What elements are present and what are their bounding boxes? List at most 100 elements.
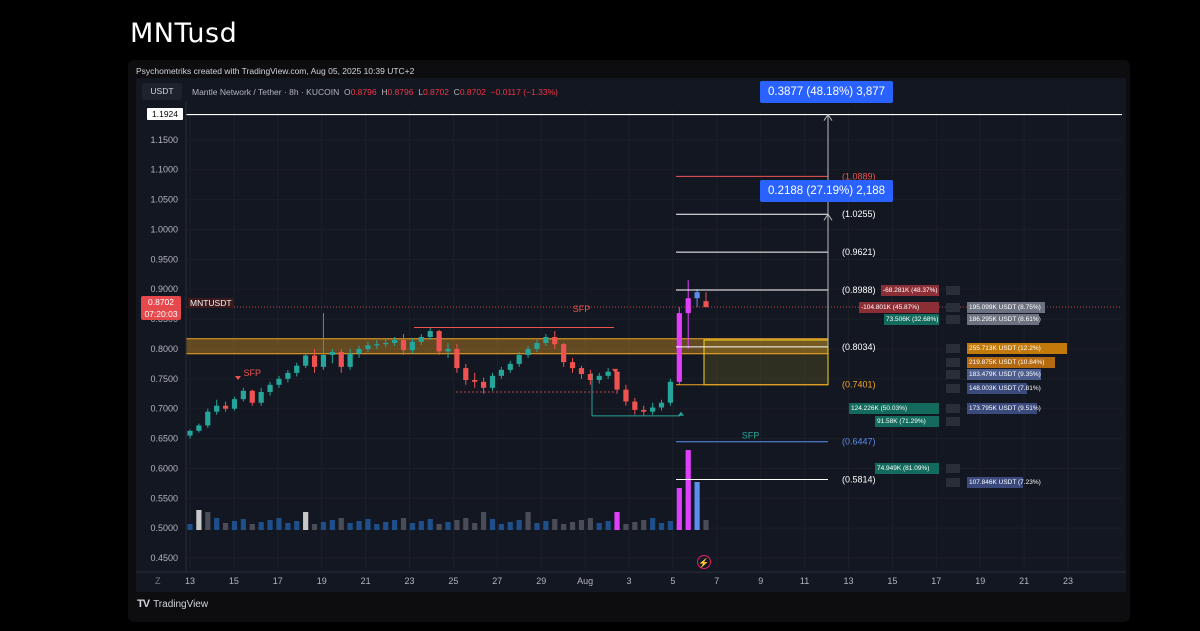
x-tick-label: 9 xyxy=(758,576,763,586)
volume-bar xyxy=(409,523,416,530)
volume-profile-price-cell xyxy=(946,302,960,312)
x-tick-label: 3 xyxy=(626,576,631,586)
candle-body xyxy=(258,391,264,403)
target-level-label: (1.0255) xyxy=(842,209,876,219)
low-value: 0.8702 xyxy=(422,87,449,97)
volume-bar xyxy=(338,518,344,530)
volume-profile-price-cell xyxy=(946,370,960,380)
target-level-label: (0.8034) xyxy=(842,342,876,352)
volume-bar xyxy=(196,510,202,530)
volume-profile-row: 148.003K USDT (7.81%) xyxy=(967,382,1041,394)
volume-bar xyxy=(658,523,665,530)
candle-body xyxy=(338,351,344,367)
volume-profile-row: 73.506K (32.68%) xyxy=(884,314,939,326)
candle-body xyxy=(561,344,567,363)
x-tick-label: 25 xyxy=(448,576,458,586)
candle-body xyxy=(454,348,460,369)
volume-bar xyxy=(667,521,674,530)
candle-body xyxy=(311,355,318,367)
candle-body xyxy=(249,390,255,403)
volume-bar xyxy=(214,518,220,530)
x-tick-label: 23 xyxy=(1063,576,1073,586)
volume-profile-price-cell xyxy=(946,383,960,393)
y-tick-label: 1.0500 xyxy=(150,195,178,205)
target-level-label: (0.9621) xyxy=(842,247,876,257)
volume-bar xyxy=(240,519,246,530)
volume-bar xyxy=(534,523,540,530)
high-value: 0.8796 xyxy=(387,87,414,97)
volume-profile-row: 255.713K USDT (12.2%) xyxy=(967,343,1067,355)
target-level-label: (0.7401) xyxy=(842,380,876,390)
currency-button[interactable]: USDT xyxy=(142,83,182,100)
y-tick-label: 0.7500 xyxy=(150,374,178,384)
x-tick-label: 11 xyxy=(800,576,809,586)
candle-body xyxy=(240,390,246,400)
y-tick-label: 0.4500 xyxy=(150,553,178,563)
candle-body xyxy=(650,407,656,412)
candle-body xyxy=(507,363,513,370)
volume-bar xyxy=(578,520,585,530)
candle-body xyxy=(222,405,229,409)
y-tick-label: 0.5000 xyxy=(150,523,178,533)
volume-bar xyxy=(561,524,567,530)
x-tick-label: 21 xyxy=(1019,576,1029,586)
y-tick-label: 1.1500 xyxy=(150,135,178,145)
volume-bar xyxy=(507,522,513,530)
candle-body xyxy=(196,425,202,431)
candle-body xyxy=(489,375,496,388)
candle-body xyxy=(605,371,611,376)
candle-body xyxy=(543,337,549,343)
target-level-label: (0.5814) xyxy=(842,475,876,485)
volume-bar xyxy=(596,523,602,530)
volume-bar xyxy=(231,521,238,530)
candle-body xyxy=(400,340,407,351)
tv-mark-icon: TV xyxy=(137,598,150,610)
volume-profile-price-cell xyxy=(946,417,960,427)
volume-bar xyxy=(569,522,576,530)
volume-profile-row: 173.795K USDT (9.51%) xyxy=(967,403,1041,415)
volume-bar xyxy=(623,524,629,530)
volume-profile-row: 107.846K USDT (7.23%) xyxy=(967,476,1041,488)
measure-callout-lower[interactable]: 0.2188 (27.19%) 2,188 xyxy=(760,180,894,202)
x-tick-label: 13 xyxy=(843,576,853,586)
candle-body xyxy=(187,430,193,436)
candle-body xyxy=(214,405,220,412)
candle-body xyxy=(427,331,433,338)
volume-bar xyxy=(685,450,691,530)
measure-callout-upper[interactable]: 0.3877 (48.18%) 3,877 xyxy=(760,81,894,103)
volume-bar xyxy=(267,520,273,530)
ohlc-legend: Mantle Network / Tether · 8h · KUCOIN O0… xyxy=(192,87,558,97)
volume-bar xyxy=(294,521,300,530)
candle-body xyxy=(294,365,300,373)
y-tick-label: 0.8000 xyxy=(150,344,178,354)
volume-bar xyxy=(489,519,496,530)
symbol-name: Mantle Network / Tether · 8h · KUCOIN xyxy=(192,87,340,97)
sfp-annotation: SFP xyxy=(573,304,591,314)
volume-bar xyxy=(480,512,487,530)
x-tick-label: 21 xyxy=(361,576,371,586)
candle-body xyxy=(383,342,389,345)
candle-body xyxy=(205,411,211,426)
y-tick-label: 0.5500 xyxy=(150,493,178,503)
candle-body xyxy=(516,354,522,364)
volume-bar xyxy=(258,522,264,530)
x-tick-label: Aug xyxy=(577,576,593,586)
candle-body xyxy=(534,342,540,349)
zoom-icon[interactable]: Z xyxy=(155,576,161,586)
lightning-icon[interactable]: ⚡ xyxy=(697,555,711,569)
candle-body xyxy=(614,371,620,390)
volume-bar xyxy=(703,520,709,530)
y-tick-label: 0.7000 xyxy=(150,404,178,414)
y-tick-label: 0.9000 xyxy=(150,284,178,294)
candle-body xyxy=(303,355,309,366)
change-value: −0.0117 (−1.33%) xyxy=(490,87,558,97)
candle-body xyxy=(703,301,709,308)
volume-profile-row: 219.875K USDT (10.84%) xyxy=(967,357,1055,369)
candle-body xyxy=(347,353,353,367)
candle-body xyxy=(365,345,371,349)
volume-bar xyxy=(365,519,371,530)
volume-bar xyxy=(303,512,309,530)
volume-bar xyxy=(543,521,549,530)
candle-body xyxy=(596,375,602,381)
symbol-line-label: MNTUSDT xyxy=(188,298,234,308)
